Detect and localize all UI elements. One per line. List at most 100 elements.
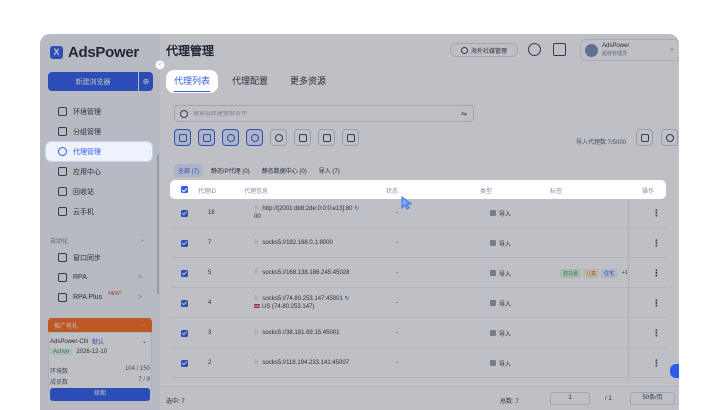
import-icon <box>490 300 496 306</box>
upload-icon <box>298 133 307 142</box>
drag-handle-icon[interactable]: ⠿ <box>254 206 258 212</box>
import-icon <box>490 240 496 246</box>
tag-button[interactable] <box>318 129 335 146</box>
tag-manage-button[interactable] <box>636 129 653 146</box>
more-options-icon[interactable]: ⋮ <box>652 238 661 249</box>
tab-proxy-list[interactable]: 代理列表 <box>166 70 219 93</box>
column-header-type[interactable]: 类型 <box>480 186 492 195</box>
search-input[interactable] <box>193 110 453 117</box>
proxy-status: - <box>396 300 398 306</box>
sync-button[interactable] <box>270 129 287 146</box>
table-row[interactable]: 5 ⠿ socks5://168.138.186.245:45028 - 导入 亚… <box>170 259 666 288</box>
row-checkbox[interactable] <box>181 239 188 247</box>
sidebar-item-rpa-plus[interactable]: RPA Plus NEW! > <box>46 288 152 307</box>
promo-label: 推广有礼 <box>54 323 79 330</box>
settings-button[interactable] <box>661 129 678 146</box>
team-selector[interactable]: AdsPower-CN 默认 ⌄ <box>50 337 147 347</box>
more-options-icon[interactable]: ⋮ <box>652 268 661 279</box>
more-options-icon[interactable]: ⋮ <box>652 328 661 339</box>
user-menu[interactable]: AdsPower 超级管理员 > <box>580 39 679 61</box>
proxy-id: 7 <box>208 240 212 246</box>
tab-more-resources[interactable]: 更多资源 <box>282 70 334 93</box>
drag-handle-icon[interactable]: ⠿ <box>254 296 258 302</box>
table-row[interactable]: 16 ⠿ http://[2001:db8:2de:0:0:0:e13]:80 ↻… <box>170 199 666 228</box>
delete-button[interactable] <box>342 129 359 146</box>
column-header-status[interactable]: 状态 <box>386 186 398 195</box>
proxy-info: ⠿ socks5://38.181.69.15:45001 <box>254 329 374 337</box>
sidebar-item-proxy[interactable]: 代理管理 <box>45 141 153 162</box>
row-checkbox[interactable] <box>181 209 188 217</box>
chevron-down-icon[interactable]: ⌄ <box>140 236 145 243</box>
row-checkbox[interactable] <box>181 269 188 277</box>
drag-handle-icon[interactable]: ⠿ <box>254 240 258 246</box>
row-checkbox[interactable] <box>181 299 188 307</box>
sidebar: X AdsPower 新建浏览器 ⊕ 环境管理 分组管理 代理管理 应用中心 回… <box>40 34 160 410</box>
new-browser-menu-button[interactable]: ⊕ <box>139 72 153 91</box>
filter-icon[interactable]: ⇋ <box>461 110 467 118</box>
sidebar-item-window-sync[interactable]: 窗口同步 <box>46 248 152 267</box>
new-browser-button[interactable]: 新建浏览器 <box>48 72 138 91</box>
social-media-button[interactable]: 海外社媒管理 <box>450 43 518 57</box>
sidebar-item-groups[interactable]: 分组管理 <box>46 122 152 141</box>
sidebar-item-env[interactable]: 环境管理 <box>46 102 152 121</box>
page-total: / 1 <box>605 396 612 402</box>
help-float-icon[interactable] <box>670 364 679 378</box>
row-checkbox[interactable] <box>181 329 188 337</box>
tab-proxy-config[interactable]: 代理配置 <box>224 70 276 93</box>
drag-handle-icon[interactable]: ⠿ <box>254 270 258 276</box>
table-row[interactable]: 2 ⠿ socks5://118.194.233.141:45007 - 导入 ⋮ <box>170 349 666 378</box>
search-bar[interactable]: ⇋ <box>174 105 474 122</box>
sidebar-item-rpa[interactable]: RPA > <box>46 268 152 287</box>
row-checkbox[interactable] <box>181 359 188 367</box>
column-header-id[interactable]: 代理ID <box>198 186 216 195</box>
sidebar-item-apps[interactable]: 应用中心 <box>46 162 152 181</box>
upload-button[interactable] <box>294 129 311 146</box>
table-row[interactable]: 4 ⠿ socks5://74.80.253.147:45001 ↻ US (74.… <box>170 289 666 318</box>
select-all-checkbox[interactable] <box>181 186 188 193</box>
column-header-ops: 操作 <box>642 189 655 195</box>
type-label: 导入 <box>499 241 512 248</box>
table-row[interactable]: 3 ⠿ socks5://38.181.69.15:45001 - 导入 ⋮ <box>170 319 666 348</box>
table-row[interactable]: 7 ⠿ socks5://192.168.0.1:8000 - 导入 ⋮ <box>170 229 666 258</box>
search-proxy-button[interactable] <box>246 129 263 146</box>
drag-handle-icon[interactable]: ⠿ <box>254 360 258 366</box>
bag-button[interactable] <box>198 129 215 146</box>
refresh-icon[interactable]: ↻ <box>354 206 359 212</box>
cloud-button[interactable] <box>174 129 191 146</box>
column-header-tags[interactable]: 标签 <box>550 186 562 195</box>
renew-button[interactable]: 续期 <box>50 388 150 401</box>
settings-icon <box>665 133 674 142</box>
proxy-icon <box>58 147 67 156</box>
apps-icon <box>58 167 67 176</box>
sidebar-scrollbar[interactable] <box>157 154 159 294</box>
collapse-sidebar-icon[interactable]: ‹ <box>155 60 165 70</box>
proxy-info: ⠿ socks5://192.168.0.1:8000 <box>254 239 374 247</box>
subtab-all[interactable]: 全部 (7) <box>174 164 204 177</box>
sidebar-item-cloud-phone[interactable]: 云手机 <box>46 202 152 221</box>
proxy-type: 导入 <box>490 239 511 248</box>
promo-banner[interactable]: 推广有礼 → <box>48 318 152 332</box>
drag-handle-icon[interactable]: ⠿ <box>254 330 258 336</box>
more-options-icon[interactable]: ⋮ <box>652 358 661 369</box>
avatar <box>585 43 598 57</box>
arrow-right-icon: → <box>140 322 146 328</box>
import-count: 导入代理数:7/5000 <box>576 140 627 146</box>
column-header-info[interactable]: 代理信息 <box>244 186 268 195</box>
subtab-static-ip[interactable]: 静态IP代理 (0) <box>207 164 254 177</box>
more-options-icon[interactable]: ⋮ <box>652 298 661 309</box>
type-label: 导入 <box>499 301 512 308</box>
list-icon[interactable] <box>553 43 566 56</box>
sidebar-item-trash[interactable]: 回收站 <box>46 182 152 201</box>
refresh-icon[interactable]: ↻ <box>344 296 349 302</box>
check-proxy-button[interactable] <box>222 129 239 146</box>
subtab-imported[interactable]: 导入 (7) <box>315 164 344 177</box>
page-input[interactable]: 1 <box>550 392 590 405</box>
proxy-id: 16 <box>208 210 215 216</box>
more-options-icon[interactable]: ⋮ <box>652 208 661 219</box>
notification-icon[interactable] <box>528 43 541 56</box>
per-page-select[interactable]: 50条/页 <box>630 392 675 405</box>
team-default-tag: 默认 <box>92 340 105 346</box>
tag-more[interactable]: +1 <box>619 269 631 278</box>
subtab-static-datacenter[interactable]: 静态数据中心 (0) <box>258 164 311 177</box>
social-button-label: 海外社媒管理 <box>470 48 507 55</box>
